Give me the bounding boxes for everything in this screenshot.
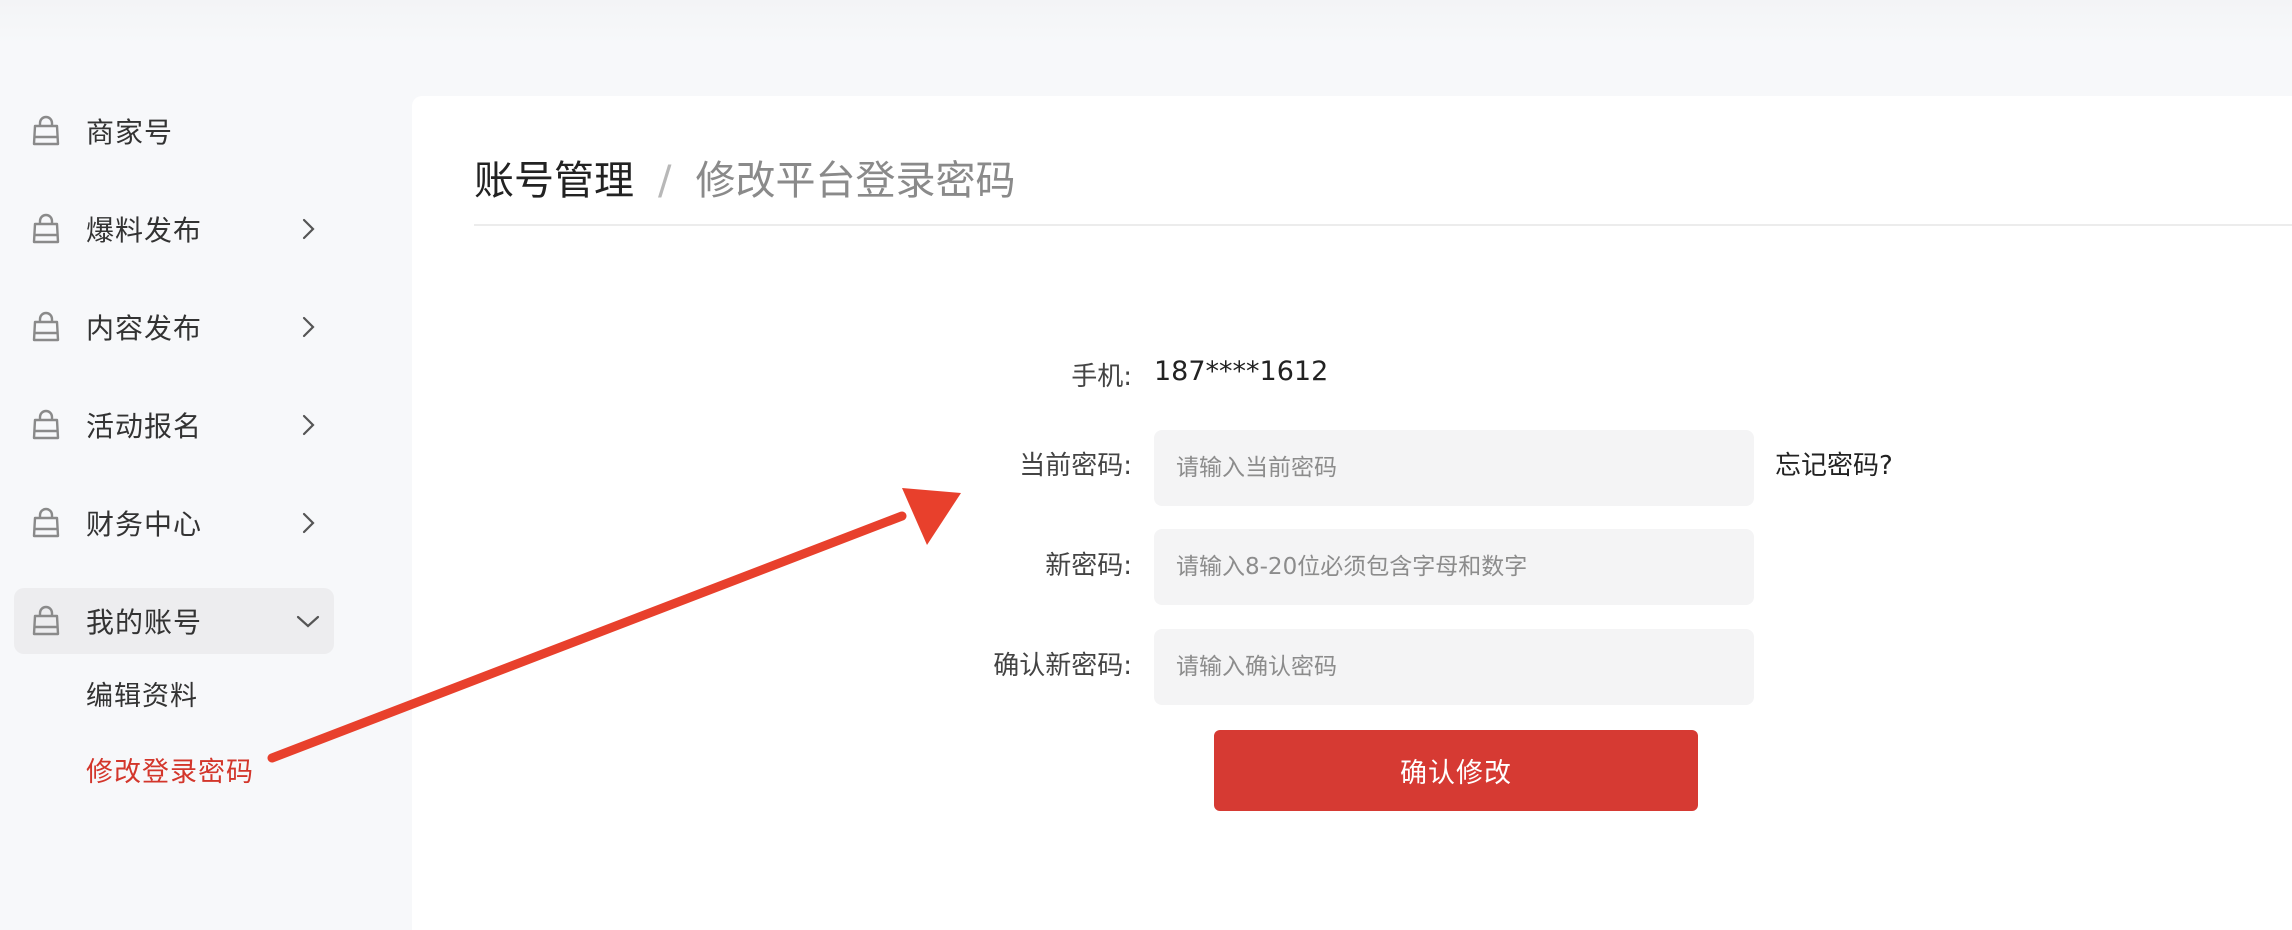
page: 商家号 爆料发布 内容发布 活动报名 财务中心 我的账号 编辑资料 修改登录密码… [0,0,2292,930]
sidebar-item-tips-publish[interactable]: 爆料发布 [14,196,334,262]
breadcrumb-parent[interactable]: 账号管理 [474,158,634,204]
chevron-down-icon [296,615,320,628]
header-divider [474,224,2292,226]
chevron-right-icon [302,218,315,240]
chevron-right-icon [302,512,315,534]
shopping-bag-icon [32,507,60,538]
sidebar-subitem-change-password[interactable]: 修改登录密码 [86,750,254,789]
current-password-label: 当前密码: [1019,451,1132,481]
sidebar-item-label: 财务中心 [86,508,203,541]
sidebar-item-label: 爆料发布 [86,214,203,247]
shopping-bag-icon [32,115,60,146]
sidebar-item-finance-center[interactable]: 财务中心 [14,490,334,556]
sidebar-item-label: 我的账号 [86,606,203,639]
confirm-change-button[interactable]: 确认修改 [1214,730,1698,811]
shopping-bag-icon [32,605,60,636]
new-password-label: 新密码: [1045,551,1132,581]
sidebar: 商家号 爆料发布 内容发布 活动报名 财务中心 我的账号 编辑资料 修改登录密码 [0,80,410,930]
phone-value: 187****1612 [1154,356,1329,387]
sidebar-item-label: 活动报名 [86,410,203,443]
sidebar-item-my-account[interactable]: 我的账号 [14,588,334,654]
confirm-password-input[interactable] [1154,629,1754,705]
shopping-bag-icon [32,409,60,440]
chevron-right-icon [302,414,315,436]
chevron-right-icon [302,316,315,338]
phone-label: 手机: [1071,362,1132,392]
current-password-input[interactable] [1154,430,1754,506]
sidebar-item-content-publish[interactable]: 内容发布 [14,294,334,360]
sidebar-item-label: 商家号 [86,116,174,149]
confirm-password-label: 确认新密码: [993,651,1132,681]
shopping-bag-icon [32,213,60,244]
sidebar-item-merchant[interactable]: 商家号 [14,98,334,164]
breadcrumb: 账号管理 / 修改平台登录密码 [474,148,1015,206]
breadcrumb-separator: / [658,158,672,204]
breadcrumb-current: 修改平台登录密码 [695,158,1016,204]
forgot-password-link[interactable]: 忘记密码? [1775,445,1893,482]
sidebar-item-label: 内容发布 [86,312,203,345]
new-password-input[interactable] [1154,529,1754,605]
top-bar [0,0,2292,44]
shopping-bag-icon [32,311,60,342]
sidebar-item-event-signup[interactable]: 活动报名 [14,392,334,458]
sidebar-subitem-edit-profile[interactable]: 编辑资料 [86,674,198,713]
